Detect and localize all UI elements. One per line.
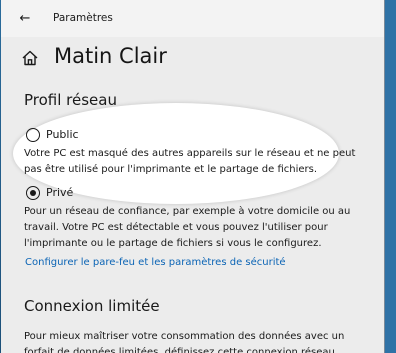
section-heading-metered-connection: Connexion limitée (24, 297, 160, 315)
metered-description: Pour mieux maîtriser votre consommation … (24, 329, 344, 353)
section-heading-network-profile: Profil réseau (24, 91, 117, 109)
radio-label-private[interactable]: Privé (46, 186, 73, 199)
home-icon (22, 50, 38, 66)
title-bar: ← Paramètres (1, 0, 384, 37)
app-title: Paramètres (53, 12, 113, 24)
description-line: Pour un réseau de confiance, par exemple… (24, 206, 351, 217)
desktop-edge (384, 0, 396, 353)
arrow-left-icon: ← (19, 10, 31, 26)
radio-label-public[interactable]: Public (46, 128, 79, 141)
radio-private[interactable] (26, 186, 40, 200)
description-line: pas être utilisé pour l'imprimante et le… (24, 164, 318, 175)
description-line: Votre PC est masqué des autres appareils… (24, 148, 356, 159)
description-line: l'imprimante ou le partage de fichiers s… (24, 238, 322, 249)
firewall-settings-link[interactable]: Configurer le pare-feu et les paramètres… (25, 257, 286, 268)
back-button[interactable]: ← (11, 5, 39, 31)
option-description-private: Pour un réseau de confiance, par exemple… (24, 204, 350, 252)
description-line: travail. Votre PC est détectable et vous… (24, 222, 328, 233)
description-line: forfait de données limitées, définissez … (24, 347, 335, 353)
page-title: Matin Clair (54, 44, 167, 68)
option-description-public: Votre PC est masqué des autres appareils… (24, 146, 355, 178)
description-line: Pour mieux maîtriser votre consommation … (24, 331, 345, 342)
radio-public[interactable] (26, 128, 40, 142)
settings-window: ← Paramètres Matin Clair Profil réseau P… (1, 0, 384, 353)
